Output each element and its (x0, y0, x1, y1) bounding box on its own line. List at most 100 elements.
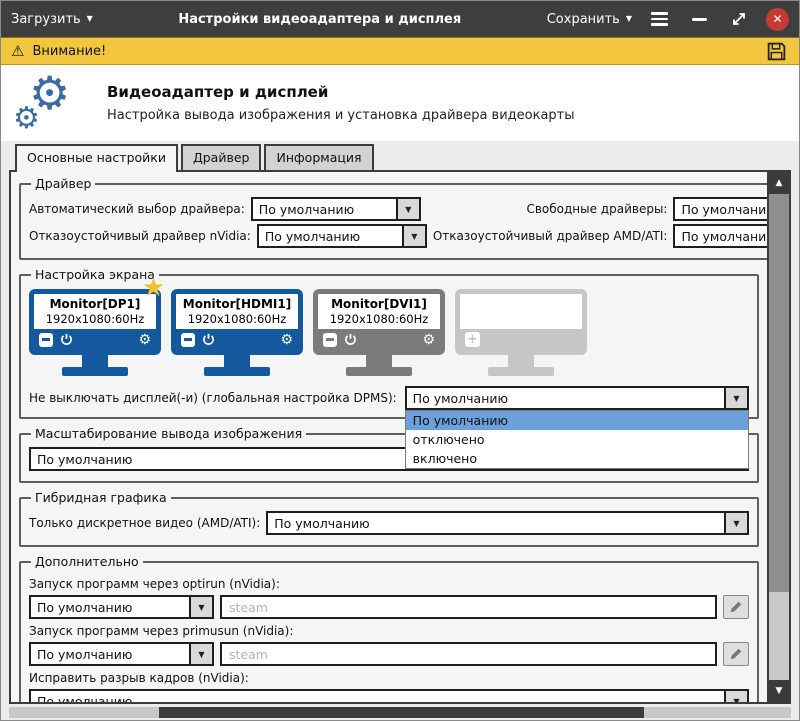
vertical-scrollbar-thumb[interactable] (769, 194, 789, 592)
monitor-settings-gear-icon[interactable]: ⚙ (280, 333, 293, 347)
settings-content: Драйвер Автоматический выбор драйвера: П… (11, 172, 767, 702)
titlebar-actions: Сохранить ▼ ✕ (547, 7, 789, 31)
failsafe-amd-label: Отказоустойчивый драйвер AMD/ATI: (433, 229, 668, 243)
optirun-label: Запуск программ через optirun (nVidia): (29, 577, 749, 591)
tab-driver[interactable]: Драйвер (181, 144, 261, 170)
hamburger-icon (651, 12, 668, 26)
discrete-video-select[interactable]: По умолчанию ▼ (266, 511, 749, 535)
power-icon[interactable] (202, 333, 215, 346)
scroll-down-button[interactable]: ▼ (769, 680, 789, 702)
warning-text: Внимание! (32, 44, 106, 59)
monitor-hdmi1[interactable]: Monitor[HDMI1] 1920x1080:60Hz ⚙ (171, 289, 303, 376)
chevron-down-icon[interactable]: ▼ (724, 513, 747, 533)
free-drivers-select[interactable]: По умолчанию ▼ (673, 197, 767, 221)
optirun-command-input[interactable] (220, 595, 717, 619)
tab-main-settings[interactable]: Основные настройки (15, 144, 178, 172)
failsafe-amd-select[interactable]: По умолчанию ▼ (673, 224, 767, 248)
power-icon[interactable] (60, 333, 73, 346)
expand-icon (731, 11, 747, 27)
monitor-dvi1[interactable]: Monitor[DVI1] 1920x1080:60Hz ⚙ (313, 289, 445, 376)
monitor-dp1[interactable]: ★ Monitor[DP1] 1920x1080:60Hz ⚙ (29, 289, 161, 376)
close-icon: ✕ (772, 12, 782, 26)
dropdown-option-default[interactable]: По умолчанию (406, 411, 748, 430)
additional-fieldset: Дополнительно Запуск программ через opti… (19, 554, 759, 702)
monitor-list: ★ Monitor[DP1] 1920x1080:60Hz ⚙ (29, 289, 749, 376)
optirun-edit-button[interactable] (723, 595, 749, 619)
chevron-down-icon[interactable]: ▼ (396, 199, 419, 219)
primus-label: Запуск программ через primusun (nVidia): (29, 624, 749, 638)
monitor-settings-gear-icon[interactable]: ⚙ (138, 333, 151, 347)
page-header: ⚙ ⚙ Видеоадаптер и дисплей Настройка выв… (1, 65, 799, 141)
chevron-down-icon[interactable]: ▼ (189, 644, 212, 664)
chevron-down-icon: ▼ (87, 15, 93, 23)
disable-monitor-icon[interactable] (39, 333, 53, 347)
tab-bar: Основные настройки Драйвер Информация (1, 144, 799, 170)
monitor-name: Monitor[DVI1] (318, 294, 440, 311)
scroll-up-icon: ▲ (776, 178, 783, 188)
horizontal-scrollbar-thumb[interactable] (159, 707, 644, 718)
load-button-label: Загрузить (11, 12, 81, 27)
disable-monitor-icon[interactable] (323, 333, 337, 347)
pencil-icon (729, 600, 743, 614)
dpms-row: Не выключать дисплей(-и) (глобальная нас… (29, 386, 749, 410)
tearing-label: Исправить разрыв кадров (nVidia): (29, 671, 749, 685)
save-button-label: Сохранить (547, 12, 620, 27)
chevron-down-icon[interactable]: ▼ (724, 691, 747, 702)
gear-icon: ⚙ (13, 104, 40, 134)
primus-row: По умолчанию ▼ (29, 642, 749, 666)
auto-driver-select[interactable]: По умолчанию ▼ (251, 197, 421, 221)
horizontal-scrollbar[interactable] (9, 707, 791, 718)
chevron-down-icon[interactable]: ▼ (724, 388, 747, 408)
primus-edit-button[interactable] (723, 642, 749, 666)
add-monitor-icon[interactable]: + (465, 332, 480, 347)
dropdown-option-on[interactable]: включено (406, 449, 748, 468)
save-button[interactable]: Сохранить ▼ (547, 12, 632, 27)
vertical-scrollbar-track[interactable] (769, 592, 789, 680)
warning-bar: ⚠ Внимание! (1, 37, 799, 65)
tab-information[interactable]: Информация (264, 144, 373, 170)
minimize-icon (692, 18, 707, 21)
discrete-video-label: Только дискретное видео (AMD/ATI): (29, 516, 260, 530)
maximize-button[interactable] (726, 7, 752, 31)
chevron-down-icon[interactable]: ▼ (189, 597, 212, 617)
primus-select[interactable]: По умолчанию ▼ (29, 642, 214, 666)
auto-driver-label: Автоматический выбор драйвера: (29, 202, 245, 216)
scroll-down-icon: ▼ (776, 686, 783, 696)
dpms-dropdown-list: По умолчанию отключено включено (405, 410, 749, 469)
driver-legend: Драйвер (31, 176, 95, 191)
tearing-select[interactable]: По умолчанию ▼ (29, 689, 749, 702)
close-button[interactable]: ✕ (766, 8, 789, 31)
power-icon[interactable] (344, 333, 357, 346)
monitor-name: Monitor[DP1] (34, 294, 156, 311)
monitor-add-slot[interactable]: + (455, 289, 587, 376)
load-button[interactable]: Загрузить ▼ (11, 12, 93, 27)
window-title: Настройки видеоадаптера и дисплея (103, 12, 537, 27)
optirun-select[interactable]: По умолчанию ▼ (29, 595, 214, 619)
hybrid-legend: Гибридная графика (31, 490, 171, 505)
main-panel: Драйвер Автоматический выбор драйвера: П… (9, 170, 791, 704)
hybrid-fieldset: Гибридная графика Только дискретное виде… (19, 490, 759, 547)
primus-command-input[interactable] (220, 642, 717, 666)
floppy-disk-icon (766, 41, 787, 62)
dropdown-option-off[interactable]: отключено (406, 430, 748, 449)
minimize-button[interactable] (686, 7, 712, 31)
primary-star-icon: ★ (142, 275, 165, 301)
monitor-resolution: 1920x1080:60Hz (176, 311, 298, 329)
free-drivers-label: Свободные драйверы: (526, 202, 667, 216)
page-title: Видеоадаптер и дисплей (107, 83, 575, 101)
dpms-select[interactable]: По умолчанию ▼ (405, 386, 749, 410)
monitor-resolution: 1920x1080:60Hz (34, 311, 156, 329)
chevron-down-icon[interactable]: ▼ (402, 226, 425, 246)
video-adapter-logo: ⚙ ⚙ (13, 72, 91, 134)
driver-fieldset: Драйвер Автоматический выбор драйвера: П… (19, 176, 767, 260)
monitor-settings-gear-icon[interactable]: ⚙ (422, 333, 435, 347)
optirun-row: По умолчанию ▼ (29, 595, 749, 619)
failsafe-nvidia-select[interactable]: По умолчанию ▼ (257, 224, 427, 248)
monitor-resolution: 1920x1080:60Hz (318, 311, 440, 329)
disable-monitor-icon[interactable] (181, 333, 195, 347)
header-text: Видеоадаптер и дисплей Настройка вывода … (107, 83, 575, 123)
save-settings-button[interactable] (763, 39, 789, 63)
vertical-scrollbar[interactable]: ▲ ▼ (767, 172, 789, 702)
scroll-up-button[interactable]: ▲ (769, 172, 789, 194)
menu-button[interactable] (646, 7, 672, 31)
